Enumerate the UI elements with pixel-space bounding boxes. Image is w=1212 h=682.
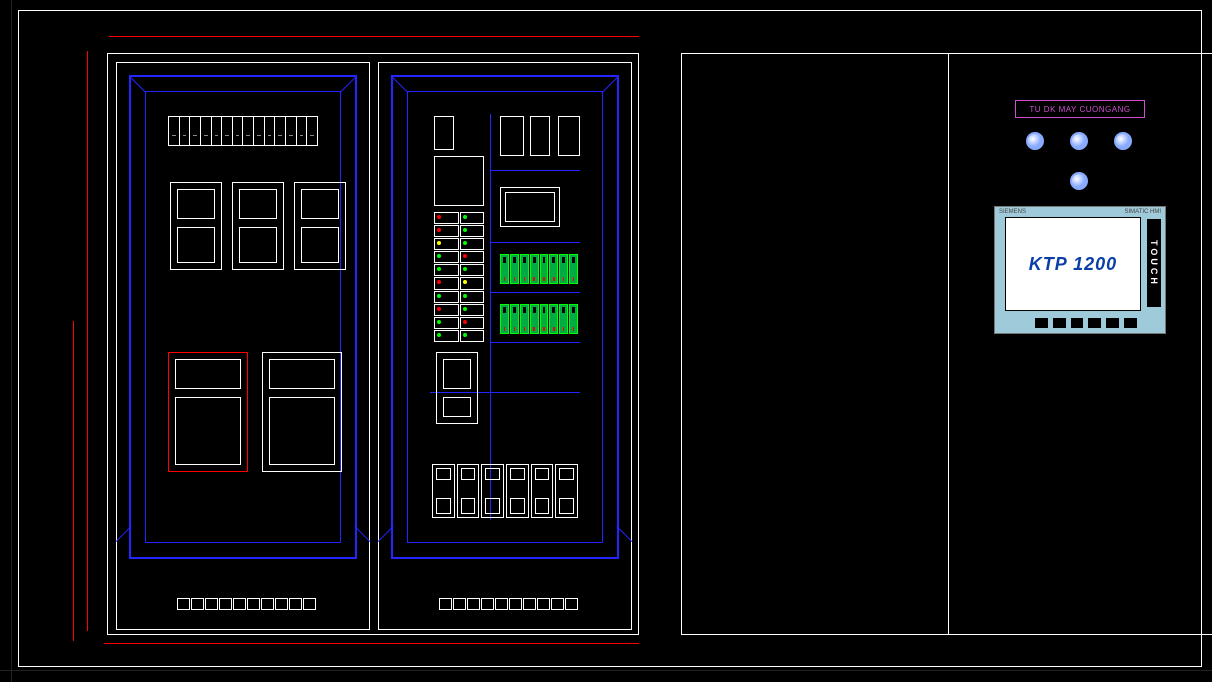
vfd-large[interactable] [262,352,342,472]
terminal-strip[interactable] [439,598,579,610]
contactor[interactable] [506,464,529,518]
mcb[interactable] [233,117,244,145]
vfd-small[interactable] [232,182,284,270]
divider-vertical [490,114,491,520]
contactor[interactable] [555,464,578,518]
aux-module[interactable] [530,116,550,156]
vfd-small[interactable] [294,182,346,270]
relay[interactable] [530,254,539,284]
relay[interactable] [549,304,558,334]
hmi-function-keys[interactable] [1035,318,1137,328]
pilot-light[interactable] [1114,132,1132,150]
relay[interactable] [540,304,549,334]
pilot-light[interactable] [1070,172,1088,190]
mcb[interactable] [212,117,223,145]
mcb[interactable] [180,117,191,145]
expansion-module[interactable] [500,187,560,227]
contactor[interactable] [481,464,504,518]
relay[interactable] [559,304,568,334]
panel-left[interactable] [116,62,370,630]
relay[interactable] [540,254,549,284]
terminal-strip[interactable] [177,598,317,610]
hmi-screen[interactable]: KTP 1200 [1005,217,1141,311]
hmi-touch-strip: TOUCH [1147,219,1161,307]
mcb[interactable] [307,117,317,145]
relay-row-b[interactable] [500,304,578,334]
dimension-line-bottom [104,643,639,644]
enclosure-front-door[interactable]: TU DK MAY CUONGANG SIEMENS SIMATIC HMI K… [681,53,1212,635]
ruler-horizontal [0,670,1212,682]
relay[interactable] [520,304,529,334]
ruler-vertical [0,0,12,682]
mcb[interactable] [286,117,297,145]
contactor[interactable] [457,464,480,518]
mcb[interactable] [243,117,254,145]
divider-horizontal [490,342,580,343]
dimension-line-top [109,36,639,37]
relay-row-a[interactable] [500,254,578,284]
dimension-line-left-inner [73,321,74,641]
breaker-row[interactable] [168,116,318,146]
panel-left-mount-plate [145,91,341,543]
panel-right-frame [391,75,619,559]
contactor[interactable] [432,464,455,518]
panel-left-frame [129,75,357,559]
mcb[interactable] [265,117,276,145]
vfd-small[interactable] [436,352,478,424]
plc-cpu[interactable] [434,156,484,206]
pilot-light[interactable] [1070,132,1088,150]
relay[interactable] [500,304,509,334]
mcb[interactable] [169,117,180,145]
relay[interactable] [510,304,519,334]
relay[interactable] [500,254,509,284]
panel-right[interactable] [378,62,632,630]
mcb[interactable] [201,117,212,145]
relay[interactable] [520,254,529,284]
relay[interactable] [559,254,568,284]
enclosure-internal[interactable] [107,53,639,635]
divider-horizontal [490,170,580,171]
relay[interactable] [569,254,578,284]
mcb[interactable] [275,117,286,145]
hmi-brand: SIEMENS [999,209,1026,215]
divider-horizontal [490,292,580,293]
mcb[interactable] [190,117,201,145]
mcb[interactable] [222,117,233,145]
contactor-row[interactable] [432,464,578,518]
relay[interactable] [549,254,558,284]
door-right-leaf[interactable]: TU DK MAY CUONGANG SIEMENS SIMATIC HMI K… [948,54,1212,634]
hmi-series: SIMATIC HMI [1124,209,1161,215]
divider-horizontal [490,242,580,243]
relay[interactable] [530,304,539,334]
relay[interactable] [510,254,519,284]
drawing-canvas[interactable]: TU DK MAY CUONGANG SIEMENS SIMATIC HMI K… [18,10,1202,667]
vfd-small[interactable] [170,182,222,270]
pilot-light[interactable] [1026,132,1044,150]
panel-right-mount-plate [407,91,603,543]
plc-io-column[interactable] [434,212,484,342]
power-supply[interactable] [434,116,454,150]
relay[interactable] [569,304,578,334]
contactor[interactable] [531,464,554,518]
nameplate: TU DK MAY CUONGANG [1015,100,1145,118]
hmi-panel[interactable]: SIEMENS SIMATIC HMI KTP 1200 TOUCH [994,206,1166,334]
dimension-line-left [87,51,88,631]
aux-module[interactable] [558,116,580,156]
mcb[interactable] [297,117,308,145]
vfd-large-selected[interactable] [168,352,248,472]
mcb[interactable] [254,117,265,145]
aux-module[interactable] [500,116,524,156]
